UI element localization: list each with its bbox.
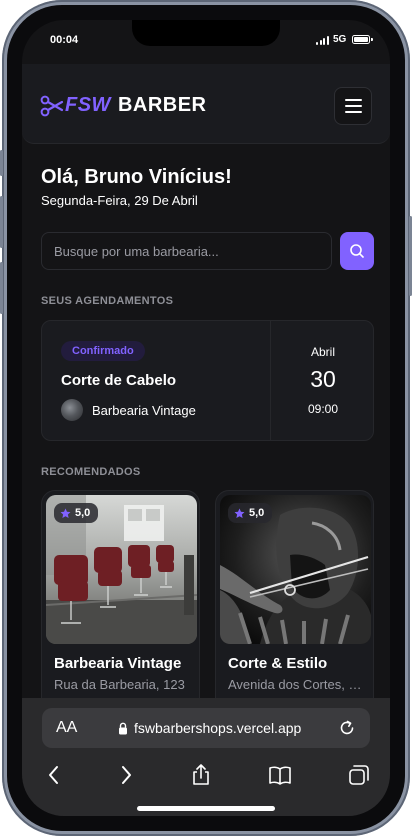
booking-card[interactable]: Confirmado Corte de Cabelo Barbearia Vin… [41,320,374,441]
rating-badge: 5,0 [54,503,99,523]
bookmarks-icon[interactable] [269,764,291,786]
text-size-button[interactable]: AA [56,719,77,737]
status-time: 00:04 [50,34,79,46]
recommended-section-title: RECOMENDADOS [41,466,141,478]
lock-icon [119,722,127,734]
url-display[interactable]: fswbarbershops.vercel.app [118,720,301,736]
status-badge: Confirmado [61,341,145,361]
url-text: fswbarbershops.vercel.app [134,720,302,736]
scissors-icon [40,95,64,116]
barbershop-card[interactable]: 5,0 Corte & Estilo Avenida dos Cortes, 4… [215,490,374,716]
bookings-section-title: SEUS AGENDAMENTOS [41,295,174,307]
menu-icon-line [344,99,362,101]
menu-icon-line [344,111,362,113]
rating-badge: 5,0 [228,503,273,523]
address-bar[interactable]: AA fswbarbershops.vercel.app [42,708,370,748]
barbershop-image: 5,0 [220,495,371,644]
home-indicator[interactable] [137,806,275,811]
dynamic-island [132,20,280,46]
signal-icon [316,36,330,45]
menu-icon-line [344,105,362,107]
barbershop-address: Avenida dos Cortes, 456 [228,677,366,692]
share-icon[interactable] [190,764,212,786]
tabs-icon[interactable] [348,764,370,786]
barbershop-address: Rua da Barbearia, 123 [54,677,185,692]
rating-value: 5,0 [249,507,265,519]
booking-shop-name: Barbearia Vintage [92,402,196,418]
menu-button[interactable] [334,87,372,125]
reload-icon[interactable] [338,719,356,737]
volume-up-button [0,196,3,248]
rating-value: 5,0 [75,507,91,519]
star-icon [234,508,245,518]
volume-down-button [0,262,3,314]
booking-date: Abril 30 09:00 [271,321,375,440]
logo-barber: BARBER [117,94,207,116]
status-bar: 00:04 5G [22,20,390,60]
booking-time: 09:00 [307,402,339,416]
browser-toolbar: AA fswbarbershops.vercel.app [22,698,390,816]
booking-month: Abril [310,345,335,359]
search-icon [350,244,364,258]
booking-details: Confirmado Corte de Cabelo Barbearia Vin… [42,321,271,440]
search-input[interactable] [41,232,332,270]
logo-fsw: FSW [65,94,111,116]
barbershop-card[interactable]: 5,0 Barbearia Vintage Rua da Barbearia, … [41,490,200,716]
barbershop-name: Corte & Estilo [228,655,328,672]
app-header: FSW BARBER [22,64,390,144]
battery-icon [352,35,373,44]
booking-shop: Barbearia Vintage [61,399,196,421]
back-icon[interactable] [43,764,65,786]
greeting-title: Olá, Bruno Vinícius! [41,166,232,188]
barbershop-name: Barbearia Vintage [54,655,182,672]
action-button [0,150,3,176]
star-icon [60,508,71,518]
forward-icon[interactable] [115,764,137,786]
browser-nav [22,758,390,792]
network-label: 5G [333,34,347,45]
screen: 00:04 5G FSW BARBER Olá, Bruno Vinícius!… [22,20,390,816]
greeting-date: Segunda-Feira, 29 De Abril [41,193,198,208]
booking-day: 30 [310,366,336,392]
avatar [61,399,83,421]
search-button[interactable] [340,232,374,270]
barbershop-image: 5,0 [46,495,197,644]
logo[interactable]: FSW BARBER [40,94,207,117]
booking-service: Corte de Cabelo [61,372,177,389]
